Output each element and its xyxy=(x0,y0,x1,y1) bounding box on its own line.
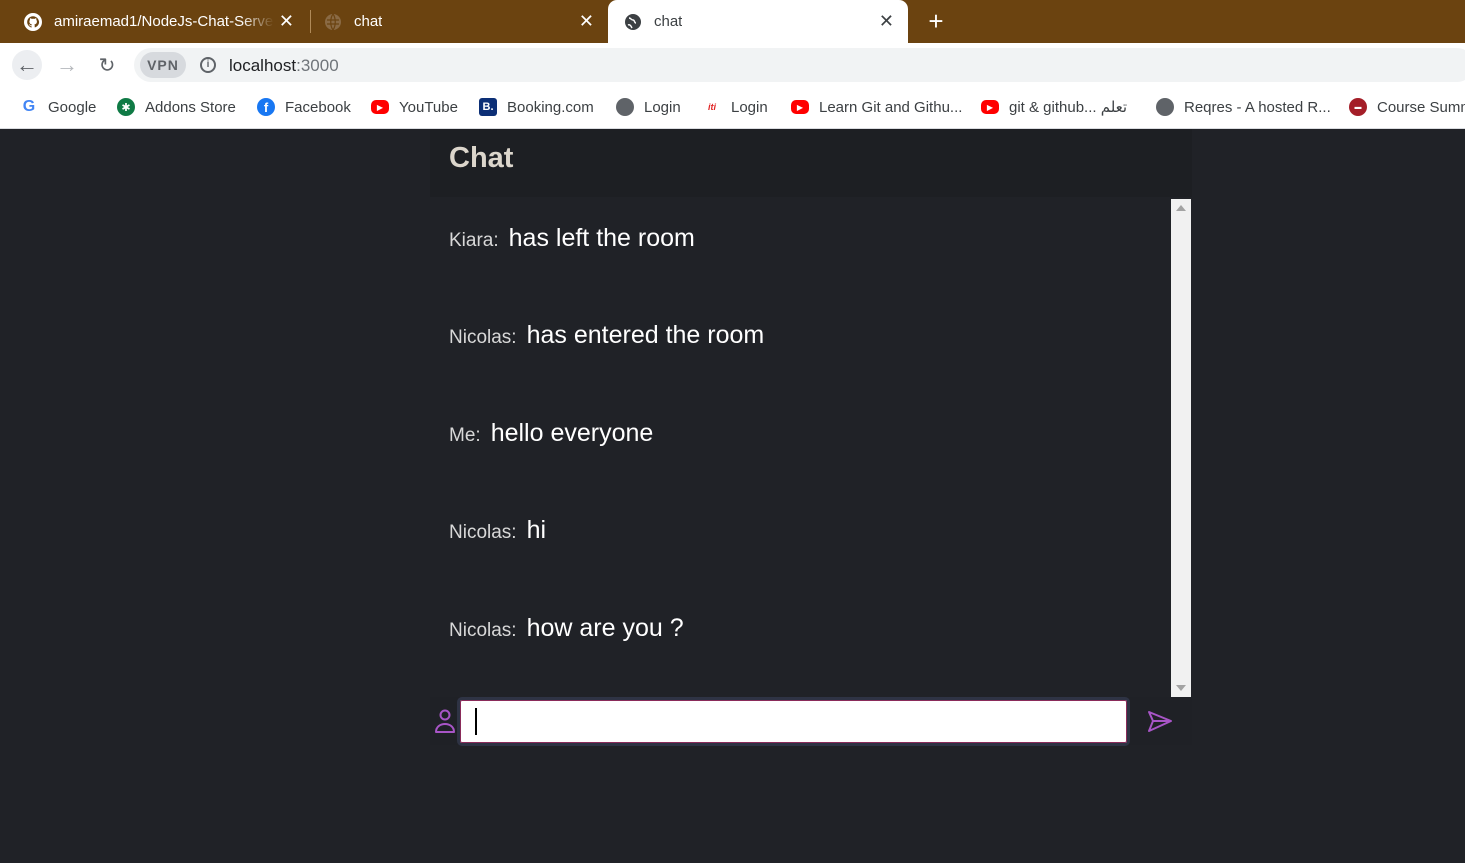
message-text: has entered the room xyxy=(526,321,765,349)
red-logo-icon: iti xyxy=(703,98,721,116)
scroll-down-arrow-icon[interactable] xyxy=(1176,685,1186,691)
reload-icon: ↻ xyxy=(98,54,116,77)
message-item: Kiara: has left the room xyxy=(449,224,695,253)
reload-button[interactable]: ↻ xyxy=(92,50,122,80)
message-scrollbar[interactable] xyxy=(1171,199,1191,697)
bookmark-course-summary[interactable]: ▬ Course Summ xyxy=(1349,97,1465,117)
tab-chat-active[interactable]: chat ✕ xyxy=(608,0,908,43)
message-sender: Nicolas: xyxy=(449,620,517,641)
browser-toolbar: ← → ↻ VPN i localhost:3000 xyxy=(0,43,1465,87)
message-text: how are you ? xyxy=(526,614,684,642)
tab-github-repo[interactable]: amiraemad1/NodeJs-Chat-Server ✕ xyxy=(16,0,308,43)
bookmark-label: YouTube xyxy=(399,98,458,116)
bookmark-label: Login xyxy=(731,98,768,116)
globe-icon xyxy=(324,13,342,31)
bookmark-label: Course Summ xyxy=(1377,98,1465,116)
youtube-icon: ▶ xyxy=(791,100,809,114)
message-sender: Kiara: xyxy=(449,230,499,251)
bookmark-reqres[interactable]: Reqres - A hosted R... xyxy=(1156,97,1331,117)
url-host: localhost xyxy=(229,56,297,75)
message-input[interactable] xyxy=(457,697,1130,746)
user-icon xyxy=(435,709,455,733)
bookmarks-bar: G Google ✱ Addons Store f Facebook ▶ You… xyxy=(0,87,1465,129)
addons-store-icon: ✱ xyxy=(117,98,135,116)
text-caret xyxy=(475,708,477,735)
message-sender: Nicolas: xyxy=(449,327,517,348)
message-list[interactable]: Kiara: has left the room Nicolas: has en… xyxy=(430,199,1171,697)
tab-separator xyxy=(310,10,311,33)
tab-chat-inactive[interactable]: chat ✕ xyxy=(316,0,608,43)
bookmark-git-github-arabic[interactable]: ▶ git & github... تعلم xyxy=(981,97,1127,117)
new-tab-button[interactable]: + xyxy=(921,6,951,36)
message-item: Nicolas: hi xyxy=(449,516,546,545)
send-button[interactable] xyxy=(1146,708,1174,736)
message-sender: Me: xyxy=(449,425,481,446)
tab-close-icon[interactable]: ✕ xyxy=(879,12,894,30)
booking-icon: B. xyxy=(479,98,497,116)
back-button[interactable]: ← xyxy=(12,50,42,80)
address-bar[interactable]: VPN i localhost:3000 xyxy=(134,48,1465,82)
bookmark-label: Reqres - A hosted R... xyxy=(1184,98,1331,116)
scroll-up-arrow-icon[interactable] xyxy=(1176,205,1186,211)
tab-title: amiraemad1/NodeJs-Chat-Server xyxy=(54,13,274,30)
page-title: Chat xyxy=(449,142,514,174)
bookmark-booking[interactable]: B. Booking.com xyxy=(479,97,594,117)
message-text: has left the room xyxy=(508,224,695,252)
youtube-icon: ▶ xyxy=(371,100,389,114)
facebook-icon: f xyxy=(257,98,275,116)
bookmark-label: Addons Store xyxy=(145,98,236,116)
globe-icon xyxy=(624,13,642,31)
tab-close-icon[interactable]: ✕ xyxy=(579,12,594,30)
course-icon: ▬ xyxy=(1349,98,1367,116)
bookmark-facebook[interactable]: f Facebook xyxy=(257,97,351,117)
tab-title: chat xyxy=(654,13,683,30)
forward-button[interactable]: → xyxy=(52,50,82,80)
youtube-icon: ▶ xyxy=(981,100,999,114)
bookmark-label: Learn Git and Githu... xyxy=(819,98,963,116)
bookmark-label: Booking.com xyxy=(507,98,594,116)
message-item: Nicolas: has entered the room xyxy=(449,321,764,350)
bookmark-addons-store[interactable]: ✱ Addons Store xyxy=(117,97,236,117)
bookmark-label: Login xyxy=(644,98,681,116)
message-sender: Nicolas: xyxy=(449,522,517,543)
message-item: Nicolas: how are you ? xyxy=(449,614,684,643)
tab-close-icon[interactable]: ✕ xyxy=(279,12,294,30)
bookmark-login-1[interactable]: Login xyxy=(616,97,681,117)
tab-strip: amiraemad1/NodeJs-Chat-Server ✕ chat ✕ c… xyxy=(0,0,1465,43)
bookmark-login-2[interactable]: iti Login xyxy=(703,97,768,117)
bookmark-learn-git[interactable]: ▶ Learn Git and Githu... xyxy=(791,97,962,117)
globe-icon xyxy=(1156,98,1174,116)
message-text: hi xyxy=(526,516,547,544)
github-icon xyxy=(24,12,42,31)
url-port: :3000 xyxy=(296,56,339,75)
bookmark-youtube[interactable]: ▶ YouTube xyxy=(371,97,458,117)
bookmark-label: Facebook xyxy=(285,98,351,116)
google-icon: G xyxy=(20,98,38,116)
url-text[interactable]: localhost:3000 xyxy=(229,56,339,76)
globe-icon xyxy=(616,98,634,116)
arrow-left-icon: ← xyxy=(16,52,38,77)
bookmark-google[interactable]: G Google xyxy=(20,97,96,117)
vpn-badge[interactable]: VPN xyxy=(140,52,186,78)
chat-header: Chat xyxy=(430,129,1192,197)
message-text: hello everyone xyxy=(490,419,654,447)
bookmark-label: Google xyxy=(48,98,97,116)
arrow-right-icon: → xyxy=(56,52,78,77)
info-icon[interactable]: i xyxy=(200,57,216,73)
message-item: Me: hello everyone xyxy=(449,419,653,448)
bookmark-label: git & github... تعلم xyxy=(1009,99,1128,116)
tab-title: chat xyxy=(354,13,383,30)
